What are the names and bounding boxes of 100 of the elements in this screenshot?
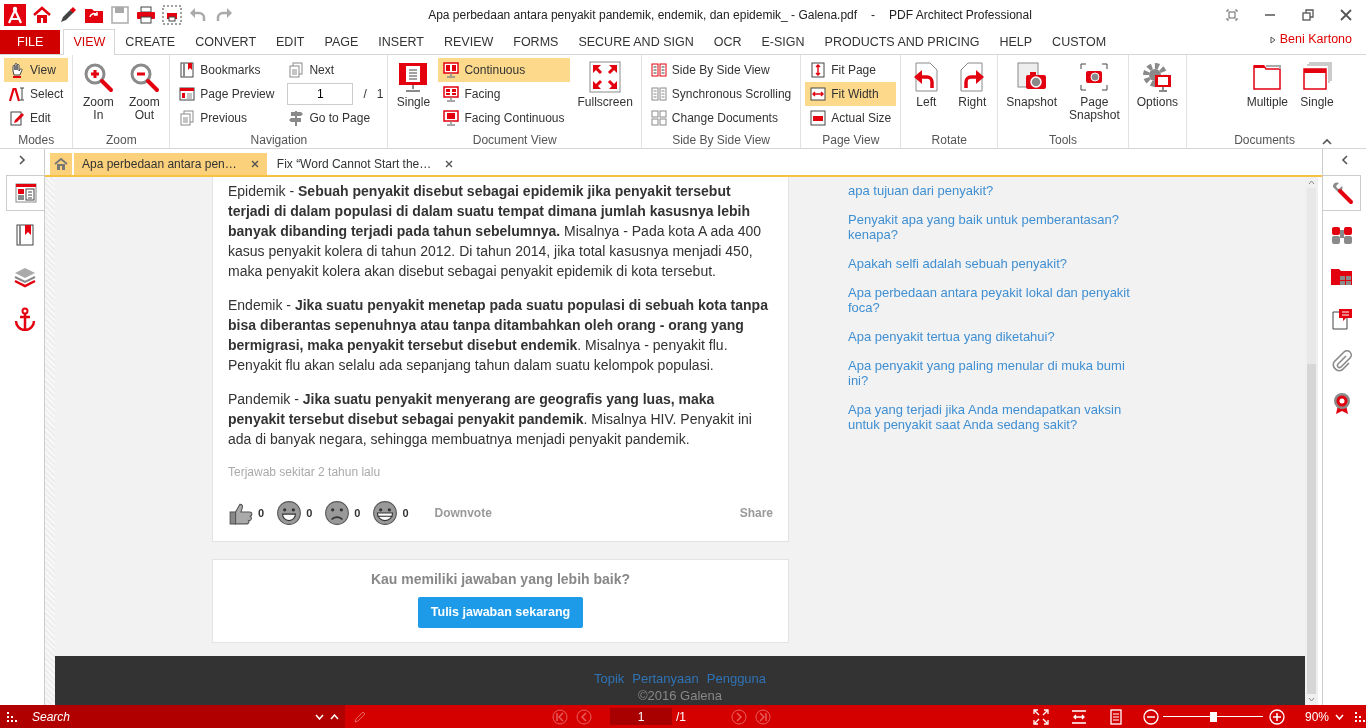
- page-number-field[interactable]: 1: [287, 83, 354, 105]
- ribbon-tab[interactable]: FORMS: [503, 30, 569, 54]
- ribbon-tab[interactable]: EDIT: [266, 30, 315, 54]
- expand-panel-icon[interactable]: [18, 155, 26, 165]
- pen-icon[interactable]: [58, 5, 78, 25]
- ribbon-button[interactable]: Actual Size: [805, 106, 897, 130]
- close-icon[interactable]: [250, 160, 259, 168]
- pages-icon: [179, 110, 196, 126]
- ribbon-button[interactable]: Facing Continuous: [438, 106, 570, 130]
- ribbon-tab[interactable]: HELP: [989, 30, 1043, 54]
- ribbon-button[interactable]: Go to Page: [283, 106, 384, 130]
- ribbon-tab[interactable]: CREATE: [115, 30, 186, 54]
- caret-down-icon[interactable]: [1335, 713, 1344, 720]
- ribbon-button[interactable]: Fullscreen: [573, 58, 637, 112]
- reaction-count: 0: [402, 505, 409, 521]
- user-name[interactable]: Beni Kartono: [1279, 30, 1352, 49]
- ribbon-button[interactable]: Facing: [438, 82, 570, 106]
- panel-tab[interactable]: [1323, 175, 1361, 211]
- document-tab[interactable]: Apa perbedaan antara pen…: [74, 153, 267, 175]
- fit-width-icon[interactable]: [1071, 708, 1087, 725]
- ribbon-button[interactable]: Change Documents: [645, 106, 797, 130]
- ribbon-button[interactable]: Zoom In: [77, 58, 120, 125]
- search-field[interactable]: Search: [24, 706, 309, 727]
- ribbon-button[interactable]: Multiple: [1242, 58, 1292, 112]
- close-icon[interactable]: [1340, 9, 1352, 21]
- ribbon-tab[interactable]: E-SIGN: [751, 30, 815, 54]
- ribbon-button[interactable]: Right: [951, 58, 994, 112]
- ribbon-tab[interactable]: INSERT: [368, 30, 434, 54]
- fullscreen-icon[interactable]: [1033, 708, 1049, 725]
- ribbon-tab[interactable]: CUSTOM: [1042, 30, 1117, 54]
- home-icon[interactable]: [32, 5, 52, 25]
- sad-face-icon[interactable]: [324, 500, 351, 526]
- ribbon-button[interactable]: Next: [283, 58, 384, 82]
- ribbon-button[interactable]: Zoom Out: [123, 58, 166, 125]
- ribbon-button[interactable]: Side By Side View: [645, 58, 797, 82]
- full-screen-icon[interactable]: [1226, 9, 1238, 21]
- ribbon-button[interactable]: Synchronous Scrolling: [645, 82, 797, 106]
- ribbon-button[interactable]: Left: [905, 58, 948, 112]
- smiley-icon[interactable]: [276, 500, 303, 526]
- caret-down-icon[interactable]: [315, 713, 324, 720]
- close-icon[interactable]: [445, 160, 454, 168]
- ribbon-button[interactable]: Bookmarks: [174, 58, 280, 82]
- reaction-count: 0: [354, 505, 361, 521]
- ribbon-button[interactable]: Options: [1132, 58, 1183, 112]
- ribbon-tab[interactable]: REVIEW: [433, 30, 504, 54]
- zoom-out-icon[interactable]: [1143, 708, 1159, 725]
- zoom-level[interactable]: 90%: [1305, 707, 1329, 726]
- ribbon-tab[interactable]: CONVERT: [185, 30, 267, 54]
- reaction-count: 0: [258, 505, 265, 521]
- home-tab[interactable]: [50, 153, 72, 175]
- ribbon-button[interactable]: Page Preview: [174, 82, 280, 106]
- collapse-ribbon-icon[interactable]: [1322, 138, 1332, 145]
- ribbon-button[interactable]: Continuous: [438, 58, 570, 82]
- caret-up-icon[interactable]: [330, 713, 339, 720]
- ribbon-tab[interactable]: VIEW: [63, 29, 116, 55]
- ribbon-tab[interactable]: PAGE: [314, 30, 369, 54]
- monitor-icon: [443, 62, 460, 78]
- grip-icon[interactable]: [6, 710, 18, 723]
- logo-icon[interactable]: [4, 4, 26, 26]
- file-menu-button[interactable]: FILE: [0, 30, 61, 54]
- grip-icon[interactable]: [1354, 710, 1366, 723]
- group-label: Navigation: [250, 133, 308, 147]
- collapse-panel-icon[interactable]: [1340, 155, 1349, 165]
- scroll-up-icon[interactable]: [1308, 180, 1315, 185]
- bookmark-icon: [179, 62, 196, 78]
- zoom-in-icon[interactable]: [1269, 708, 1285, 725]
- zoom-slider[interactable]: [1163, 709, 1263, 724]
- search-bar[interactable]: Search: [0, 705, 345, 728]
- laughing-face-icon[interactable]: [372, 500, 399, 526]
- ribbon-button[interactable]: Fit Page: [805, 58, 897, 82]
- group-label: Page View: [822, 133, 880, 147]
- print-icon[interactable]: [136, 5, 156, 25]
- slider-thumb[interactable]: [1210, 711, 1217, 722]
- caret-icon[interactable]: [1269, 35, 1276, 44]
- copyright-text: ©2016 Galena: [638, 689, 722, 703]
- signpost-icon: [288, 110, 305, 126]
- ribbon-button[interactable]: Single: [392, 58, 435, 112]
- ribbon-button[interactable]: View: [4, 58, 69, 82]
- ribbon-button[interactable]: Edit: [4, 106, 69, 130]
- ribbon-button[interactable]: Snapshot: [1002, 58, 1061, 112]
- documents-icon: [650, 110, 667, 126]
- side-by-side-icon: [650, 86, 667, 102]
- app-name: PDF Architect Professional: [889, 7, 1032, 24]
- fit-page-icon[interactable]: [1108, 708, 1124, 725]
- ribbon-tab[interactable]: OCR: [703, 30, 752, 54]
- ribbon-button[interactable]: Single: [1296, 58, 1338, 112]
- ribbon-button[interactable]: Select: [4, 82, 69, 106]
- scroll-down-icon[interactable]: [1308, 697, 1315, 702]
- ribbon-button[interactable]: Previous: [174, 106, 280, 130]
- ribbon-button[interactable]: Page Snapshot: [1065, 58, 1124, 125]
- ribbon-button[interactable]: Fit Width: [805, 82, 897, 106]
- restore-icon[interactable]: [1302, 9, 1314, 21]
- panel-tab[interactable]: [6, 175, 44, 211]
- scrollbar[interactable]: [1307, 188, 1316, 694]
- layers-icon: [13, 265, 37, 289]
- page-field[interactable]: 1: [609, 708, 672, 725]
- ribbon-tab[interactable]: PRODUCTS AND PRICING: [814, 30, 990, 54]
- reaction-count: 0: [306, 505, 313, 521]
- print-icon[interactable]: [162, 5, 182, 25]
- ribbon-tab[interactable]: SECURE AND SIGN: [568, 30, 704, 54]
